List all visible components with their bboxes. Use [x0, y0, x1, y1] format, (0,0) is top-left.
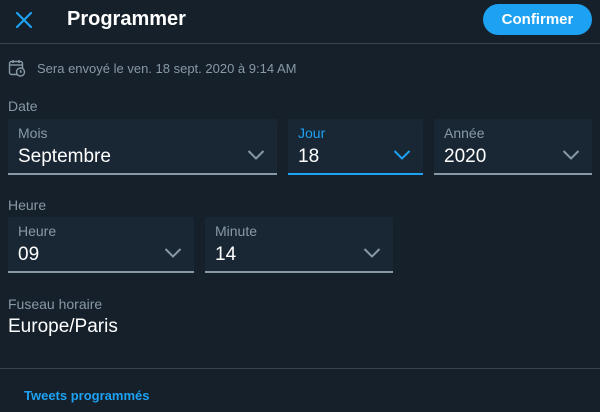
chevron-down-icon — [393, 150, 411, 160]
scheduled-text: Sera envoyé le ven. 18 sept. 2020 à 9:14… — [37, 60, 297, 76]
chevron-down-icon — [363, 248, 381, 258]
modal-header: Programmer Confirmer — [0, 0, 600, 44]
minute-value: 14 — [215, 244, 237, 265]
year-select[interactable]: Année 2020 — [434, 119, 592, 175]
day-value: 18 — [298, 146, 320, 167]
month-label: Mois — [18, 125, 48, 141]
hour-label: Heure — [18, 223, 57, 239]
calendar-clock-icon — [8, 60, 26, 77]
minute-label: Minute — [215, 223, 258, 239]
month-value: Septembre — [18, 146, 111, 167]
confirm-button[interactable]: Confirmer — [483, 4, 592, 35]
day-label: Jour — [298, 125, 326, 141]
modal-title: Programmer — [67, 8, 186, 30]
hour-value: 09 — [18, 244, 40, 265]
chevron-down-icon — [247, 150, 265, 160]
day-select[interactable]: Jour 18 — [288, 119, 423, 175]
minute-select[interactable]: Minute 14 — [205, 217, 393, 273]
close-button[interactable] — [10, 6, 38, 34]
timezone-value: Europe/Paris — [8, 316, 118, 337]
modal-footer: Tweets programmés — [0, 368, 600, 412]
chevron-down-icon — [562, 150, 580, 160]
timezone-label: Fuseau horaire — [8, 296, 103, 312]
chevron-down-icon — [164, 248, 182, 258]
close-icon — [15, 11, 33, 29]
hour-select[interactable]: Heure 09 — [8, 217, 194, 273]
time-section-label: Heure — [8, 197, 47, 213]
month-select[interactable]: Mois Septembre — [8, 119, 277, 175]
scheduled-info: Sera envoyé le ven. 18 sept. 2020 à 9:14… — [8, 57, 296, 79]
scheduled-tweets-link[interactable]: Tweets programmés — [24, 388, 149, 403]
date-section-label: Date — [8, 98, 38, 114]
year-label: Année — [444, 125, 485, 141]
year-value: 2020 — [444, 146, 487, 167]
